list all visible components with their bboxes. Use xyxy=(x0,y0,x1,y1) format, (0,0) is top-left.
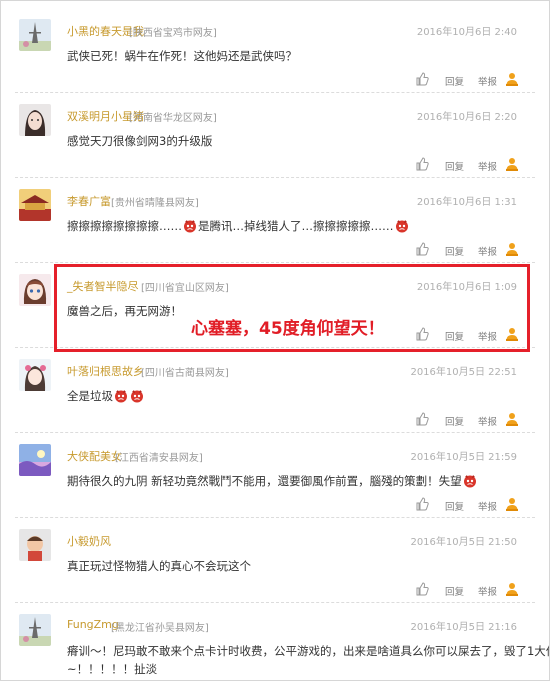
avatar[interactable] xyxy=(19,104,51,136)
thumbs-up-icon[interactable] xyxy=(415,242,429,256)
avatar[interactable] xyxy=(19,444,51,476)
user-profile-icon[interactable] xyxy=(505,412,519,426)
comment-actions: 回复 举报 xyxy=(415,497,535,513)
comment-time: 2016年10月6日 2:40 xyxy=(416,27,517,38)
reply-button[interactable]: 回复 xyxy=(445,584,464,598)
report-button[interactable]: 举报 xyxy=(478,499,497,513)
user-profile-icon[interactable] xyxy=(505,497,519,511)
comment-list: 小黑的春天是我 [陕西省宝鸡市网友] 2016年10月6日 2:40 武侠已死！… xyxy=(0,0,550,681)
reply-button[interactable]: 回复 xyxy=(445,499,464,513)
thumbs-up-icon[interactable] xyxy=(415,72,429,86)
reply-button[interactable]: 回复 xyxy=(445,159,464,173)
angry-face-emoji-icon xyxy=(131,390,143,403)
comment-actions: 回复 举报 xyxy=(415,157,535,173)
thumbs-up-icon[interactable] xyxy=(415,157,429,171)
user-location: [四川省古蔺县网友] xyxy=(141,368,229,379)
comment-time: 2016年10月5日 22:51 xyxy=(410,367,517,378)
user-location: [黑龙江省孙吴县网友] xyxy=(111,623,209,634)
comment-text: 擦擦擦擦擦擦擦擦…… 是腾讯…掉线猎人了…擦擦擦擦擦…… xyxy=(67,217,410,235)
user-location: [贵州省晴隆县网友] xyxy=(111,198,199,209)
report-button[interactable]: 举报 xyxy=(478,244,497,258)
comment-text: 瘠训～！尼玛敢不敢来个点卡计时收费，公平游戏的，出来是啥道具么你可以屎去了，毁了… xyxy=(67,644,550,658)
user-location: [陕西省宝鸡市网友] xyxy=(129,28,217,39)
user-profile-icon[interactable] xyxy=(505,72,519,86)
divider xyxy=(15,432,535,433)
comment-text: 武侠已死！蜗牛在作死！这他妈还是武侠吗？ xyxy=(67,49,297,63)
thumbs-up-icon[interactable] xyxy=(415,582,429,596)
annotation-text: 心塞塞，45度角仰望天！ xyxy=(191,319,385,339)
report-button[interactable]: 举报 xyxy=(478,584,497,598)
comment-time: 2016年10月5日 21:59 xyxy=(410,452,517,463)
divider xyxy=(15,262,535,263)
comment-text-part: 擦擦擦擦擦擦擦擦…… xyxy=(67,219,182,233)
user-profile-icon[interactable] xyxy=(505,582,519,596)
report-button[interactable]: 举报 xyxy=(478,414,497,428)
comment-text: 全是垃圾 xyxy=(67,387,145,405)
username[interactable]: 大侠配美女 xyxy=(67,448,122,464)
user-location: [江西省清安县网友] xyxy=(115,453,203,464)
comment-item: 李春广富 [贵州省晴隆县网友] 2016年10月6日 1:31 擦擦擦擦擦擦擦擦… xyxy=(1,181,549,266)
comment-item: FungZmg [黑龙江省孙吴县网友] 2016年10月5日 21:16 瘠训～… xyxy=(1,606,550,680)
comment-actions: 回复 举报 xyxy=(415,242,535,258)
reply-button[interactable]: 回复 xyxy=(445,244,464,258)
divider xyxy=(15,92,535,93)
thumbs-up-icon[interactable] xyxy=(415,412,429,426)
comment-text: 期待很久的九阴 新轻功竟然戰鬥不能用，還要御風作前置，腦殘的策劃！失望 xyxy=(67,472,478,490)
comment-time: 2016年10月5日 21:50 xyxy=(410,537,517,548)
angry-face-emoji-icon xyxy=(184,220,196,233)
comment-item: 双溪明月小星猪 [河南省华龙区网友] 2016年10月6日 2:20 感觉天刀很… xyxy=(1,96,549,181)
comment-item: 叶落归根思故乡 [四川省古蔺县网友] 2016年10月5日 22:51 全是垃圾… xyxy=(1,351,549,436)
reply-button[interactable]: 回复 xyxy=(445,74,464,88)
username[interactable]: 李春广富 xyxy=(67,193,111,209)
user-profile-icon[interactable] xyxy=(505,242,519,256)
angry-face-emoji-icon xyxy=(463,475,476,488)
avatar[interactable] xyxy=(19,189,51,221)
report-button[interactable]: 举报 xyxy=(478,74,497,88)
user-profile-icon[interactable] xyxy=(505,157,519,171)
comment-item: 小黑的春天是我 [陕西省宝鸡市网友] 2016年10月6日 2:40 武侠已死！… xyxy=(1,11,549,96)
user-location: [河南省华龙区网友] xyxy=(129,113,217,124)
comment-item: 小毅奶风 2016年10月5日 21:50 真正玩过怪物猎人的真心不会玩这个 回… xyxy=(1,521,549,606)
comment-text-continued: ~！！！！！扯淡 xyxy=(67,662,158,676)
report-button[interactable]: 举报 xyxy=(478,159,497,173)
comment-actions: 回复 举报 xyxy=(415,412,535,428)
comment-time: 2016年10月6日 1:31 xyxy=(416,197,517,208)
avatar[interactable] xyxy=(19,19,51,51)
thumbs-up-icon[interactable] xyxy=(415,497,429,511)
comment-actions: 回复 举报 xyxy=(415,582,535,598)
avatar[interactable] xyxy=(19,529,51,561)
divider xyxy=(15,517,535,518)
avatar[interactable] xyxy=(19,274,51,306)
username[interactable]: 小毅奶风 xyxy=(67,533,111,549)
comment-item: 大侠配美女 [江西省清安县网友] 2016年10月5日 21:59 期待很久的九… xyxy=(1,436,549,521)
avatar[interactable] xyxy=(19,359,51,391)
comment-time: 2016年10月6日 2:20 xyxy=(416,112,517,123)
reply-button[interactable]: 回复 xyxy=(445,414,464,428)
divider xyxy=(15,177,535,178)
comment-time: 2016年10月5日 21:16 xyxy=(410,622,517,633)
angry-face-emoji-icon xyxy=(395,220,408,233)
comment-text-part: 期待很久的九阴 新轻功竟然戰鬥不能用，還要御風作前置，腦殘的策劃！失望 xyxy=(67,474,462,488)
comment-text: 感觉天刀很像剑网3的升级版 xyxy=(67,134,213,148)
username[interactable]: 叶落归根思故乡 xyxy=(67,363,144,379)
divider xyxy=(15,602,535,603)
comment-text-part: 是腾讯…掉线猎人了…擦擦擦擦擦…… xyxy=(198,219,394,233)
angry-face-emoji-icon xyxy=(115,390,127,403)
avatar[interactable] xyxy=(19,614,51,646)
comment-text: 真正玩过怪物猎人的真心不会玩这个 xyxy=(67,559,251,573)
comment-text-part: 全是垃圾 xyxy=(67,389,113,403)
comment-actions: 回复 举报 xyxy=(415,72,535,88)
